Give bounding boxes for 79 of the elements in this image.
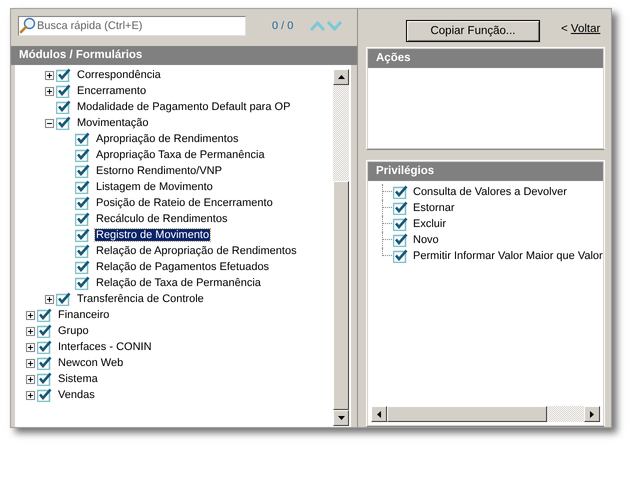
scroll-thumb[interactable] bbox=[387, 406, 547, 422]
scroll-left-button[interactable] bbox=[371, 406, 387, 422]
checked-checkbox[interactable] bbox=[75, 180, 90, 194]
checked-checkbox[interactable] bbox=[37, 324, 52, 338]
checked-checkbox[interactable] bbox=[56, 292, 71, 306]
checked-checkbox[interactable] bbox=[75, 244, 90, 258]
scroll-thumb[interactable] bbox=[333, 181, 349, 410]
up-arrow-icon bbox=[338, 75, 344, 79]
checked-checkbox[interactable] bbox=[75, 196, 90, 210]
checked-checkbox[interactable] bbox=[75, 260, 90, 274]
checked-checkbox[interactable] bbox=[393, 232, 408, 247]
tree-item[interactable]: Transferência de Controle bbox=[76, 293, 205, 305]
expand-icon[interactable] bbox=[45, 86, 54, 96]
checked-checkbox[interactable] bbox=[75, 148, 90, 162]
tree-item[interactable]: Relação de Apropriação de Rendimentos bbox=[95, 245, 298, 257]
privilege-item[interactable]: Consulta de Valores a Devolver bbox=[413, 186, 567, 198]
panel-header: Ações bbox=[368, 48, 603, 68]
tree-item[interactable]: Vendas bbox=[57, 389, 96, 401]
copy-function-button[interactable]: Copiar Função... bbox=[406, 20, 540, 42]
checked-checkbox[interactable] bbox=[393, 184, 408, 199]
tree-item[interactable]: Encerramento bbox=[76, 85, 148, 97]
collapse-icon[interactable] bbox=[45, 118, 54, 128]
checked-checkbox[interactable] bbox=[75, 212, 90, 226]
down-arrow-icon bbox=[338, 416, 344, 420]
privilege-item[interactable]: Permitir Informar Valor Maior que Valor bbox=[413, 250, 603, 262]
checked-checkbox[interactable] bbox=[37, 372, 52, 386]
checked-checkbox[interactable] bbox=[56, 116, 71, 130]
tree-item[interactable]: Sistema bbox=[57, 373, 99, 385]
left-arrow-icon bbox=[377, 410, 381, 418]
back-link[interactable]: < Voltar bbox=[561, 23, 600, 47]
expand-icon[interactable] bbox=[26, 358, 35, 368]
checked-checkbox[interactable] bbox=[393, 200, 408, 215]
tree-item[interactable]: Correspondência bbox=[76, 69, 162, 81]
tree-item[interactable]: Apropriação de Rendimentos bbox=[95, 133, 240, 145]
search-field[interactable]: Busca rápida (Ctrl+E) bbox=[18, 16, 246, 36]
panel-header: Privilégios bbox=[368, 162, 603, 181]
checked-checkbox[interactable] bbox=[56, 100, 71, 114]
tree-item[interactable]: Relação de Pagamentos Efetuados bbox=[95, 261, 270, 273]
right-arrow-icon bbox=[590, 410, 594, 418]
privilege-item[interactable]: Estornar bbox=[413, 202, 455, 214]
checked-checkbox[interactable] bbox=[75, 164, 90, 178]
tree-item[interactable]: Apropriação Taxa de Permanência bbox=[95, 149, 266, 161]
tree-item[interactable]: Modalidade de Pagamento Default para OP bbox=[76, 101, 292, 113]
checked-checkbox[interactable] bbox=[75, 276, 90, 290]
tree-item[interactable]: Interfaces - CONIN bbox=[57, 341, 153, 353]
scroll-right-button[interactable] bbox=[584, 406, 600, 422]
expand-icon[interactable] bbox=[26, 390, 35, 400]
expand-icon[interactable] bbox=[26, 342, 35, 352]
tree-item[interactable]: Relação de Taxa de Permanência bbox=[95, 277, 262, 289]
checked-checkbox[interactable] bbox=[56, 84, 71, 98]
checked-checkbox[interactable] bbox=[393, 216, 408, 231]
tree-item[interactable]: Registro de Movimento bbox=[95, 229, 210, 241]
scroll-down-button[interactable] bbox=[333, 410, 349, 426]
privilege-item[interactable]: Novo bbox=[413, 234, 439, 246]
tree-item[interactable]: Movimentação bbox=[76, 117, 150, 129]
checked-checkbox[interactable] bbox=[393, 248, 408, 263]
tree-item[interactable]: Posição de Rateio de Encerramento bbox=[95, 197, 274, 209]
expand-icon[interactable] bbox=[45, 294, 54, 304]
match-count: 0 / 0 bbox=[272, 20, 294, 32]
expand-icon[interactable] bbox=[45, 70, 54, 80]
checked-checkbox[interactable] bbox=[37, 308, 52, 322]
tree-item[interactable]: Listagem de Movimento bbox=[95, 181, 214, 193]
tree-item[interactable]: Newcon Web bbox=[57, 357, 124, 369]
checked-checkbox[interactable] bbox=[37, 356, 52, 370]
checked-checkbox[interactable] bbox=[75, 228, 90, 242]
checked-checkbox[interactable] bbox=[75, 132, 90, 146]
panel-header: Módulos / Formulários bbox=[11, 46, 357, 65]
scroll-up-button[interactable] bbox=[333, 69, 349, 85]
tree-item[interactable]: Grupo bbox=[57, 325, 90, 337]
checked-checkbox[interactable] bbox=[37, 388, 52, 402]
tree-item[interactable]: Estorno Rendimento/VNP bbox=[95, 165, 223, 177]
tree-item[interactable]: Recálculo de Rendimentos bbox=[95, 213, 228, 225]
expand-icon[interactable] bbox=[26, 310, 35, 320]
expand-icon[interactable] bbox=[26, 326, 35, 336]
privilege-item[interactable]: Excluir bbox=[413, 218, 446, 230]
checked-checkbox[interactable] bbox=[56, 68, 71, 82]
tree-item[interactable]: Financeiro bbox=[57, 309, 110, 321]
checked-checkbox[interactable] bbox=[37, 340, 52, 354]
expand-icon[interactable] bbox=[26, 374, 35, 384]
